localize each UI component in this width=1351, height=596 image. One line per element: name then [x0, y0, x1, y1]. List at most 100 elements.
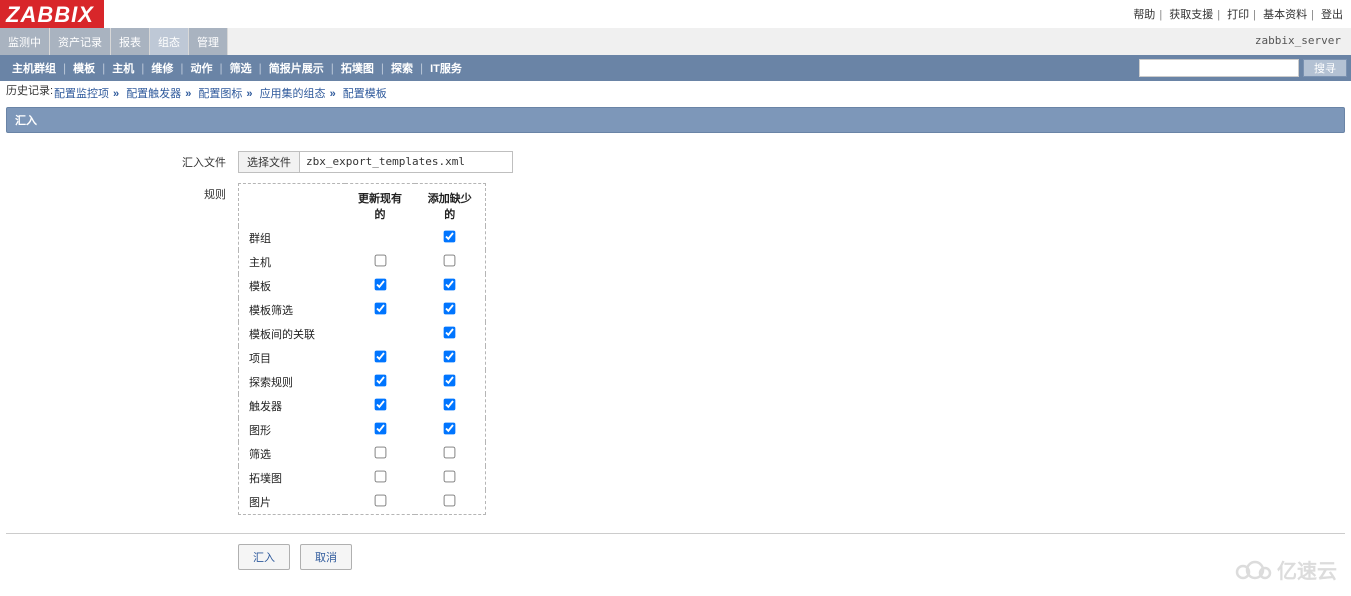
rule-update-cell — [345, 394, 415, 418]
history-label: 历史记录: — [6, 85, 54, 98]
submenu-discovery[interactable]: 探索 — [385, 60, 419, 76]
rule-add-checkbox[interactable] — [444, 375, 456, 387]
rule-add-checkbox[interactable] — [444, 351, 456, 363]
rule-add-cell — [415, 418, 485, 442]
tab-monitoring[interactable]: 监测中 — [0, 28, 50, 55]
rule-add-cell — [415, 370, 485, 394]
rule-add-checkbox[interactable] — [444, 255, 456, 267]
file-input[interactable]: 选择文件 zbx_export_templates.xml — [238, 151, 513, 173]
search-button[interactable]: 搜寻 — [1303, 59, 1347, 77]
rule-add-cell — [415, 274, 485, 298]
history-item-3[interactable]: 应用集的组态 — [260, 88, 326, 100]
rule-update-checkbox[interactable] — [374, 303, 386, 315]
rule-update-checkbox[interactable] — [374, 495, 386, 507]
rule-update-checkbox[interactable] — [374, 255, 386, 267]
rule-update-cell — [345, 250, 415, 274]
table-row: 主机 — [239, 250, 486, 274]
sub-menu: 主机群组| 模板| 主机| 维修| 动作| 筛选| 简报片展示| 拓墣图| 探索… — [0, 55, 1351, 81]
table-row: 筛选 — [239, 442, 486, 466]
tab-reports[interactable]: 报表 — [111, 28, 150, 55]
rule-add-checkbox[interactable] — [444, 327, 456, 339]
rule-add-checkbox[interactable] — [444, 399, 456, 411]
rule-update-cell — [345, 226, 415, 250]
import-button[interactable]: 汇入 — [238, 544, 290, 570]
table-row: 图形 — [239, 418, 486, 442]
history-item-4[interactable]: 配置模板 — [343, 88, 387, 100]
rule-name: 筛选 — [239, 442, 346, 466]
link-print[interactable]: 打印 — [1227, 9, 1249, 21]
submenu-screens[interactable]: 筛选 — [224, 60, 258, 76]
table-row: 群组 — [239, 226, 486, 250]
cancel-button[interactable]: 取消 — [300, 544, 352, 570]
rule-add-checkbox[interactable] — [444, 231, 456, 243]
tab-configuration[interactable]: 组态 — [150, 28, 189, 55]
rule-add-checkbox[interactable] — [444, 303, 456, 315]
rule-name: 主机 — [239, 250, 346, 274]
rule-name: 群组 — [239, 226, 346, 250]
rule-update-checkbox[interactable] — [374, 399, 386, 411]
submenu-maintenance[interactable]: 维修 — [145, 60, 179, 76]
link-profile[interactable]: 基本资料 — [1263, 9, 1307, 21]
rule-add-cell — [415, 442, 485, 466]
history-item-2[interactable]: 配置图标 — [198, 88, 242, 100]
rule-update-cell — [345, 490, 415, 515]
history-item-0[interactable]: 配置监控项 — [54, 88, 109, 100]
choose-file-button[interactable]: 选择文件 — [239, 152, 300, 172]
table-row: 触发器 — [239, 394, 486, 418]
section-title: 汇入 — [15, 112, 37, 128]
rule-update-cell — [345, 442, 415, 466]
rule-update-checkbox[interactable] — [374, 375, 386, 387]
rule-update-cell — [345, 298, 415, 322]
tab-inventory[interactable]: 资产记录 — [50, 28, 111, 55]
submenu-hostgroups[interactable]: 主机群组 — [6, 60, 62, 76]
watermark: 亿速云 — [1233, 555, 1337, 584]
rule-update-cell — [345, 466, 415, 490]
rule-update-checkbox[interactable] — [374, 423, 386, 435]
rule-add-checkbox[interactable] — [444, 279, 456, 291]
rule-add-cell — [415, 394, 485, 418]
history-item-1[interactable]: 配置触发器 — [126, 88, 181, 100]
table-row: 拓墣图 — [239, 466, 486, 490]
rule-update-checkbox[interactable] — [374, 447, 386, 459]
server-name: zabbix_server — [1255, 28, 1351, 55]
rule-add-cell — [415, 322, 485, 346]
submenu-templates[interactable]: 模板 — [67, 60, 101, 76]
rule-update-checkbox[interactable] — [374, 279, 386, 291]
rule-update-checkbox[interactable] — [374, 471, 386, 483]
rule-name: 触发器 — [239, 394, 346, 418]
tab-admin[interactable]: 管理 — [189, 28, 228, 55]
table-row: 探索规则 — [239, 370, 486, 394]
submenu-hosts[interactable]: 主机 — [106, 60, 140, 76]
rule-add-checkbox[interactable] — [444, 471, 456, 483]
table-row: 模板间的关联 — [239, 322, 486, 346]
submenu-maps[interactable]: 拓墣图 — [335, 60, 380, 76]
rule-name: 项目 — [239, 346, 346, 370]
rule-add-cell — [415, 250, 485, 274]
link-help[interactable]: 帮助 — [1133, 9, 1155, 21]
rule-add-checkbox[interactable] — [444, 447, 456, 459]
rule-name: 拓墣图 — [239, 466, 346, 490]
file-name: zbx_export_templates.xml — [300, 152, 471, 172]
table-row: 项目 — [239, 346, 486, 370]
link-logout[interactable]: 登出 — [1321, 9, 1343, 21]
rule-add-cell — [415, 490, 485, 515]
rule-add-checkbox[interactable] — [444, 423, 456, 435]
submenu-actions[interactable]: 动作 — [185, 60, 219, 76]
search-input[interactable] — [1139, 59, 1299, 77]
rule-name: 模板间的关联 — [239, 322, 346, 346]
section-header: 汇入 — [6, 107, 1345, 133]
submenu-slideshows[interactable]: 简报片展示 — [263, 60, 330, 76]
rule-add-checkbox[interactable] — [444, 495, 456, 507]
rule-update-cell — [345, 274, 415, 298]
rule-name: 探索规则 — [239, 370, 346, 394]
rule-update-checkbox[interactable] — [374, 351, 386, 363]
link-support[interactable]: 获取支援 — [1169, 9, 1213, 21]
submenu-itservices[interactable]: IT服务 — [424, 60, 468, 76]
rule-add-cell — [415, 466, 485, 490]
rule-add-cell — [415, 226, 485, 250]
table-row: 图片 — [239, 490, 486, 515]
footer-bar: 汇入 取消 — [6, 533, 1345, 570]
cloud-icon — [1233, 559, 1273, 581]
rules-label: 规则 — [66, 183, 238, 202]
zabbix-logo: ZABBIX — [0, 0, 104, 30]
